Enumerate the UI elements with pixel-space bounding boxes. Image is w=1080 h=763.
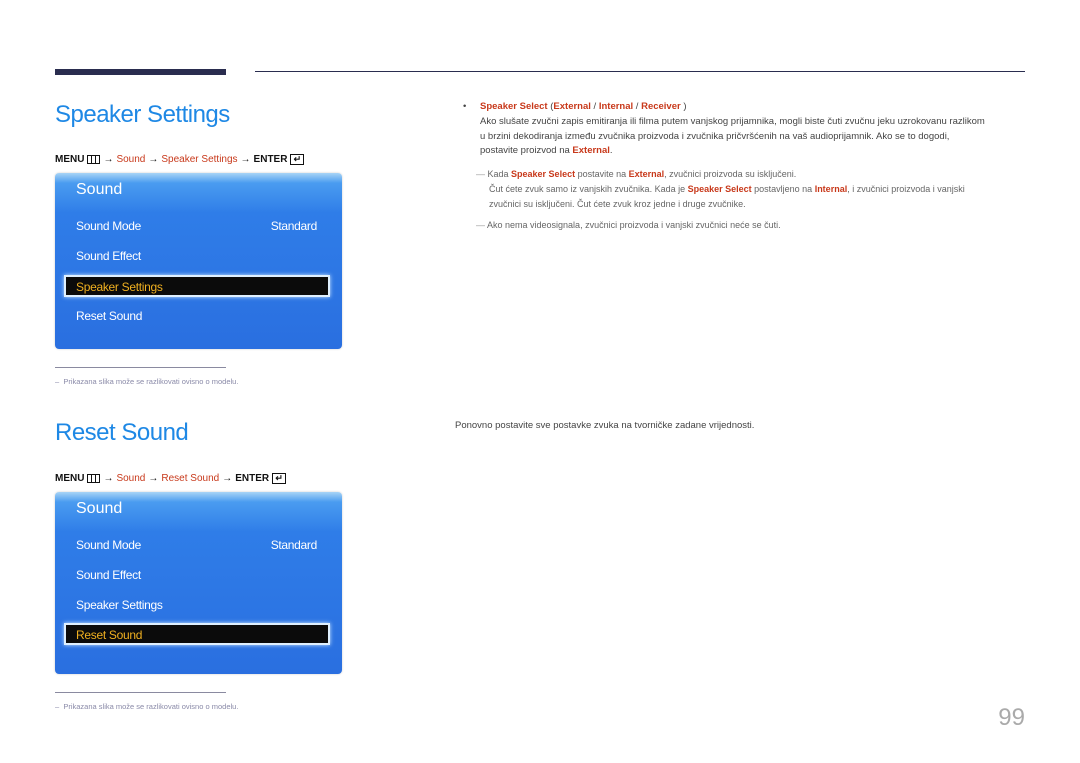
para-line-3: postavite proizvod na External. (480, 144, 1043, 159)
para-text: postavite proizvod na (480, 145, 573, 156)
menu-step-reset-sound: Reset Sound (161, 473, 220, 484)
separator: / (633, 101, 642, 112)
osd-item-sound-effect[interactable]: Sound Effect (76, 249, 141, 263)
note-external: ― Kada Speaker Select postavite na Exter… (476, 167, 1036, 212)
note-dash: ― (476, 169, 485, 179)
note-text: Kada (485, 169, 512, 179)
enter-keyword: ENTER (253, 154, 288, 165)
speaker-select-block: • Speaker Select (External / Internal / R… (463, 100, 1043, 159)
menu-path-speaker-settings: MENU → Sound → Speaker Settings → ENTER … (55, 154, 305, 165)
osd-item-sound-effect[interactable]: Sound Effect (76, 568, 141, 582)
osd-item-sound-mode[interactable]: Sound Mode (76, 219, 141, 233)
speaker-select-heading: • Speaker Select (External / Internal / R… (463, 100, 1043, 114)
menu-keyword: MENU (55, 154, 85, 165)
osd-item-sound-mode[interactable]: Sound Mode (76, 538, 141, 552)
menu-icon (87, 155, 101, 164)
osd-value-sound-mode: Standard (270, 219, 318, 233)
note-line-3: zvučnici su isključeni. Čut ćete zvuk kr… (489, 199, 746, 209)
footnote-text: Prikazana slika može se razlikovati ovis… (63, 377, 239, 386)
kw-external: External (628, 169, 665, 179)
enter-keyword: ENTER (235, 473, 270, 484)
menu-step-speaker-settings: Speaker Settings (161, 154, 238, 165)
menu-keyword: MENU (55, 473, 85, 484)
osd-title: Sound (76, 181, 123, 198)
speaker-select-name: Speaker Select (480, 101, 548, 112)
osd-value-sound-mode: Standard (270, 538, 318, 552)
osd-item-label: Reset Sound (76, 628, 143, 642)
header-rule-thin (255, 71, 1025, 72)
arrow: → (240, 154, 251, 165)
para-text: . (609, 145, 613, 156)
note-dash: ― (476, 220, 485, 230)
note-no-video: ― Ako nema videosignala, zvučnici proizv… (476, 218, 1036, 233)
note-text: Čut ćete zvuk samo iz vanjskih zvučnika.… (489, 184, 688, 194)
para-line-2: u brzini dekodiranja između zvučnika pro… (480, 130, 950, 142)
arrow: → (148, 473, 159, 484)
menu-path-reset-sound: MENU → Sound → Reset Sound → ENTER ↵ (55, 473, 287, 484)
note-text: postavljeno na (751, 184, 815, 194)
footnote-speaker-settings: – Prikazana slika može se razlikovati ov… (55, 377, 238, 386)
kw-external: External (572, 145, 610, 156)
kw-speaker-select: Speaker Select (511, 169, 576, 179)
menu-step-sound: Sound (116, 473, 146, 484)
menu-icon (87, 474, 101, 483)
option-external: External (553, 101, 591, 112)
enter-icon: ↵ (272, 473, 287, 484)
note-text: , zvučnici proizvoda su isključeni. (664, 169, 797, 179)
footnote-rule (55, 692, 226, 693)
osd-item-reset-sound[interactable]: Reset Sound (76, 309, 142, 323)
speaker-select-paragraph: Ako slušate zvučni zapis emitiranja ili … (463, 115, 1043, 159)
osd-title: Sound (76, 500, 123, 517)
arrow: → (148, 154, 159, 165)
option-internal: Internal (598, 101, 634, 112)
note-text: postavite na (575, 169, 629, 179)
kw-internal: Internal (814, 184, 848, 194)
note-line-2: Čut ćete zvuk samo iz vanjskih zvučnika.… (476, 182, 1036, 197)
section-title-speaker-settings: Speaker Settings (55, 101, 230, 128)
note-line-1: ― Kada Speaker Select postavite na Exter… (476, 167, 1036, 182)
osd-item-speaker-settings-selected[interactable]: Speaker Settings (64, 275, 330, 297)
arrow: → (103, 473, 114, 484)
page-number: 99 (998, 704, 1025, 731)
kw-speaker-select: Speaker Select (687, 184, 752, 194)
menu-step-sound: Sound (116, 154, 146, 165)
bullet: • (463, 101, 467, 112)
osd-sound-menu-reset-sound: Sound Sound Mode Standard Sound Effect S… (55, 492, 342, 674)
osd-item-reset-sound-selected[interactable]: Reset Sound (64, 623, 330, 645)
arrow: → (222, 473, 233, 484)
header-rule-thick (55, 69, 226, 75)
footnote-reset-sound: – Prikazana slika može se razlikovati ov… (55, 702, 238, 711)
para-line-1: Ako slušate zvučni zapis emitiranja ili … (480, 116, 985, 127)
osd-item-label: Speaker Settings (76, 280, 163, 294)
footnote-rule (55, 367, 226, 368)
osd-sound-menu-speaker-settings: Sound Sound Mode Standard Sound Effect S… (55, 173, 342, 349)
section-title-reset-sound: Reset Sound (55, 419, 189, 446)
note-text: , i zvučnici proizvoda i vanjski (847, 184, 965, 194)
separator: / (590, 101, 599, 112)
arrow: → (103, 154, 114, 165)
option-receiver: Receiver (641, 101, 681, 112)
note-text: Ako nema videosignala, zvučnici proizvod… (485, 220, 781, 230)
osd-item-speaker-settings[interactable]: Speaker Settings (76, 598, 163, 612)
paren-close: ) (680, 101, 687, 112)
footnote-text: Prikazana slika može se razlikovati ovis… (63, 702, 239, 711)
reset-sound-description: Ponovno postavite sve postavke zvuka na … (455, 420, 755, 431)
enter-icon: ↵ (290, 154, 305, 165)
